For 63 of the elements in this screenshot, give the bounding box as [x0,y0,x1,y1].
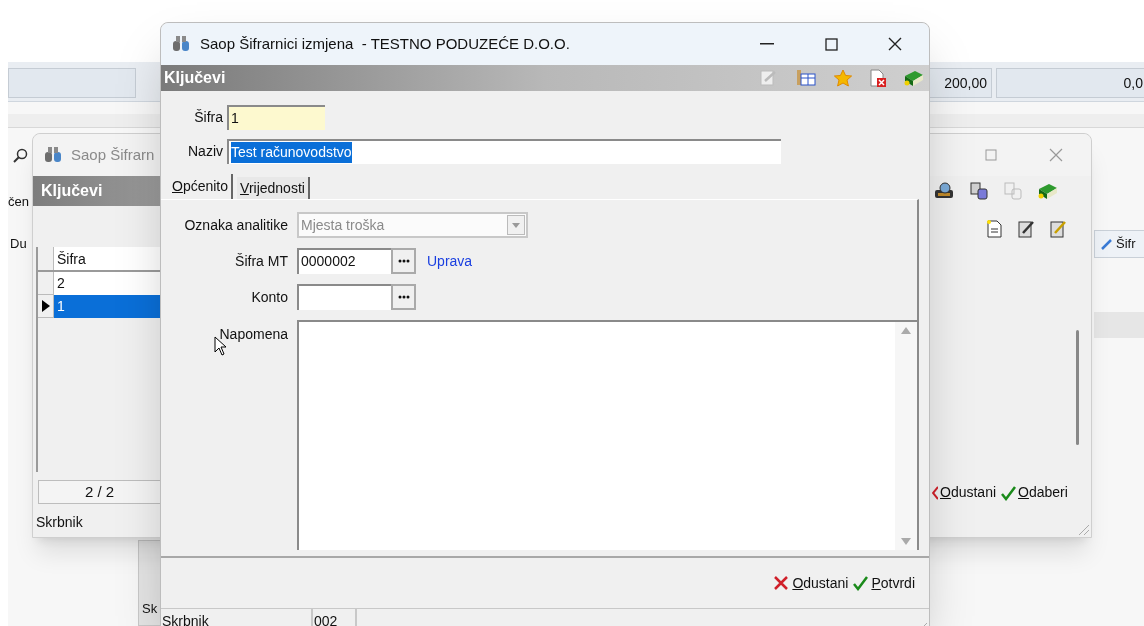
scroll-up-icon [901,326,911,334]
help-book-icon[interactable] [1037,181,1059,201]
status-panel: 002 [313,609,357,626]
status-panel: Skrbnik [161,609,313,626]
field-label: Naziv [187,142,223,161]
record-counter: 2 / 2 [38,480,161,504]
search-icon[interactable] [12,148,28,164]
star-icon[interactable] [833,69,853,87]
window-title: Saop Šifrarnici izmjena - TESTNO PODUZEĆE D.O.O. [200,33,570,54]
scrollbar-thumb[interactable] [1076,330,1079,445]
new-document-icon[interactable] [985,219,1003,239]
tab[interactable]: Vrijednosti [237,177,310,199]
maximize-icon [824,37,838,51]
browse-button[interactable] [391,248,416,274]
table-cell[interactable]: 1 [54,295,161,318]
column-label: čen [8,193,29,211]
check-icon [852,575,869,591]
window-title: Saop Šifrarn [71,144,155,165]
printer-icon[interactable] [933,181,955,201]
field-label: Šifra [193,108,223,127]
cancel-button[interactable]: Odustani [773,572,849,594]
field-label: Šifra MT [234,251,288,271]
ok-button[interactable]: Odaberi [999,482,1069,503]
check-icon [1000,484,1017,501]
status-label: Skrbnik [36,513,83,532]
field-label: Konto [250,287,288,307]
table-cell[interactable]: 2 [54,272,161,295]
resize-grip-icon[interactable] [1076,522,1090,536]
field-label: Oznaka analitike [183,215,288,235]
section-header: Ključevi [33,176,161,206]
close-icon [888,37,902,51]
browse-button[interactable] [391,284,416,310]
section-header: Ključevi [163,68,226,88]
amount-field[interactable]: 0,0 [996,68,1144,98]
row-background [1094,312,1144,338]
input-field[interactable] [8,68,136,98]
column-header[interactable]: Šifr [1094,230,1144,258]
close-icon [1049,148,1063,162]
current-row-icon [41,300,50,312]
minimize-icon [760,43,774,45]
ellipsis-icon [397,259,410,263]
input-field[interactable]: 0000002 [297,248,391,274]
scrollbar[interactable] [895,322,917,550]
input-field[interactable] [297,284,391,310]
table-icon[interactable] [795,69,817,87]
input-field[interactable]: 1 [227,105,325,130]
amount-field[interactable]: 200,00 [928,68,992,98]
tab[interactable]: Općenito [169,174,234,199]
column-label: Du [10,235,27,253]
link[interactable]: Uprava [427,250,473,272]
status-label: Sk [142,600,158,618]
cancel-button[interactable]: Odustani [931,482,998,503]
delete-document-icon[interactable] [869,69,887,87]
field-label: Napomena [218,325,288,344]
header-label: Šifr [1116,235,1136,254]
maximize-icon [985,149,997,161]
ok-button[interactable]: Potvrdi [852,572,915,594]
pencil-icon [1101,238,1113,250]
ellipsis-icon [397,295,410,299]
input-field[interactable]: Test računovodstvo [227,139,781,164]
help-book-icon[interactable] [903,68,925,88]
copy-icon[interactable] [969,181,989,201]
edit-icon[interactable] [1017,219,1035,239]
